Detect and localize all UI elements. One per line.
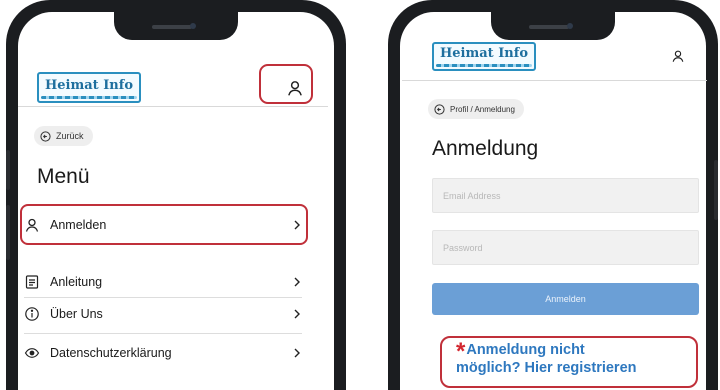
front-camera — [190, 23, 196, 29]
register-text-line2: möglich? Hier registrieren — [456, 360, 637, 376]
logo-wave — [41, 96, 137, 99]
back-label: Zurück — [56, 131, 84, 141]
eye-icon — [24, 345, 40, 361]
heimat-info-logo[interactable]: Heimat Info — [37, 72, 141, 103]
chevron-right-icon — [294, 309, 300, 319]
header-divider — [402, 80, 707, 81]
speaker-grille — [152, 25, 192, 29]
email-placeholder: Email Address — [443, 190, 501, 201]
breadcrumb[interactable]: Profil / Anmeldung — [428, 99, 524, 119]
front-camera — [567, 23, 573, 29]
menu-item-label: Über Uns — [50, 307, 103, 321]
breadcrumb-label: Profil / Anmeldung — [450, 104, 515, 114]
phone-notch — [114, 12, 238, 40]
password-field[interactable]: Password — [432, 230, 699, 265]
profile-highlight-box — [259, 64, 313, 104]
user-icon — [672, 50, 684, 62]
chevron-right-icon — [294, 348, 300, 358]
register-callout[interactable]: *Anmeldung nicht möglich? Hier registrie… — [440, 336, 698, 388]
login-submit-button[interactable]: Anmelden — [432, 283, 699, 315]
menu-item-label: Datenschutzerklärung — [50, 346, 172, 360]
register-callout-line1: *Anmeldung nicht — [456, 340, 696, 364]
back-button[interactable]: Zurück — [34, 126, 93, 146]
phone-notch — [491, 12, 615, 40]
logo-text: Heimat Info — [45, 78, 133, 93]
menu-item-label: Anleitung — [50, 275, 103, 289]
heimat-info-logo[interactable]: Heimat Info — [432, 42, 536, 71]
profile-button[interactable] — [671, 49, 685, 63]
menu-item-datenschutz[interactable]: Datenschutzerklärung — [24, 333, 302, 373]
submit-label: Anmelden — [545, 294, 586, 304]
page-title: Anmeldung — [432, 137, 539, 160]
volume-button — [6, 150, 10, 190]
back-arrow-icon — [434, 103, 445, 115]
menu-item-ueber-uns[interactable]: Über Uns — [24, 294, 302, 334]
speaker-grille — [529, 25, 569, 29]
email-field[interactable]: Email Address — [432, 178, 699, 213]
register-text-line1: Anmeldung nicht — [466, 342, 585, 358]
volume-button — [6, 205, 10, 260]
power-button — [714, 160, 718, 220]
logo-wave — [436, 64, 532, 67]
anmelden-highlight-box — [20, 204, 308, 245]
header-divider — [18, 106, 328, 107]
info-icon — [24, 306, 40, 322]
page-title: Menü — [37, 165, 90, 188]
chevron-right-icon — [294, 277, 300, 287]
logo-text: Heimat Info — [440, 46, 528, 61]
document-icon — [24, 274, 40, 290]
back-arrow-icon — [40, 130, 51, 142]
password-placeholder: Password — [443, 242, 483, 253]
